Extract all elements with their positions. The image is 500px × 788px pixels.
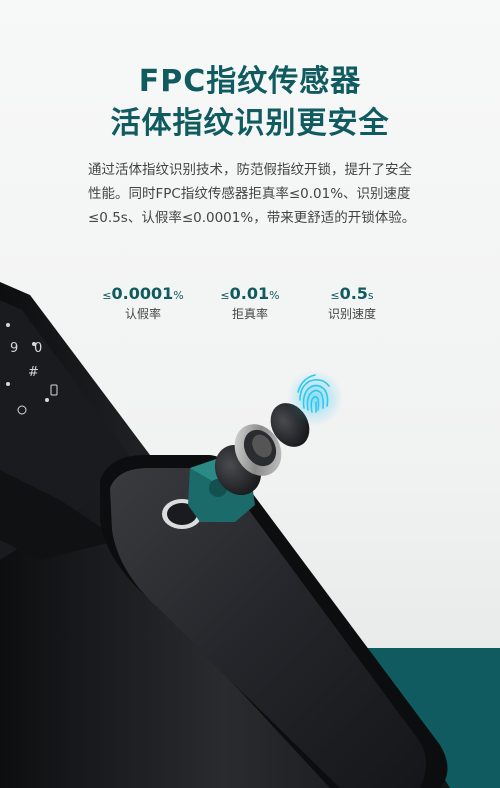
keypad-dot xyxy=(6,323,10,327)
smart-lock-illustration: 9 0 # xyxy=(0,282,450,788)
keypad-key-0: 0 xyxy=(34,341,42,356)
keypad-key-hash: # xyxy=(28,365,39,380)
fingerprint-icon xyxy=(287,370,343,426)
keypad-key-9: 9 xyxy=(10,341,18,356)
keypad-dot xyxy=(6,382,10,386)
keypad-dot xyxy=(45,398,49,402)
